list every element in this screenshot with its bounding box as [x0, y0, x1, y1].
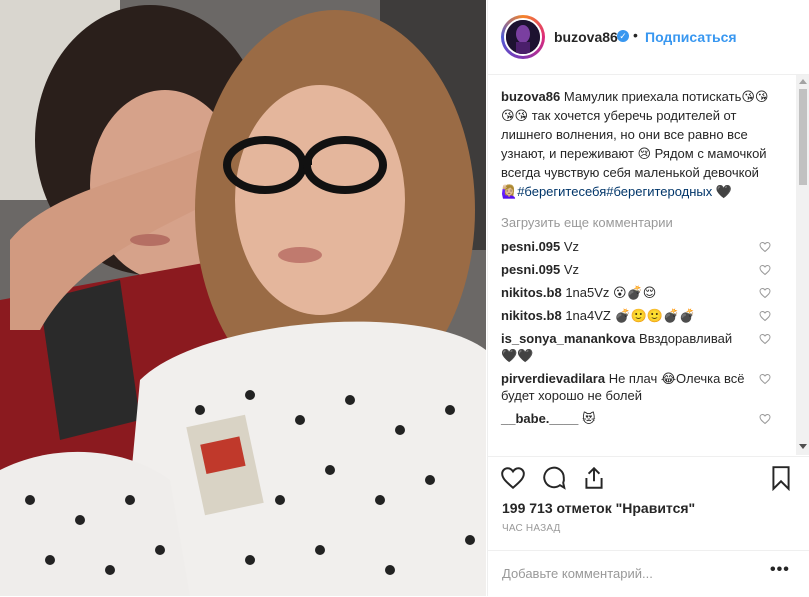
follow-button[interactable]: Подписаться — [645, 29, 737, 45]
like-comment-heart-icon[interactable] — [759, 287, 771, 299]
comment-item: nikitos.b8 1na5Vz 😮💣😌 — [501, 284, 771, 301]
like-comment-heart-icon[interactable] — [759, 241, 771, 253]
comment-username[interactable]: is_sonya_manankova — [501, 331, 635, 346]
add-comment-section: ••• — [488, 550, 809, 597]
comment-username[interactable]: pesni.095 — [501, 239, 560, 254]
avatar[interactable] — [501, 15, 545, 59]
heart-icon[interactable] — [500, 465, 526, 491]
post-actions-bar — [488, 456, 809, 501]
load-more-comments-button[interactable]: Загрузить еще комментарии — [501, 215, 794, 230]
post-side-panel: buzova86 ✓ • Подписаться buzova86 Мамули… — [487, 0, 809, 596]
comment-item: __babe.____ 😻 — [501, 410, 771, 427]
like-comment-heart-icon[interactable] — [759, 373, 771, 385]
comment-text: 😻 — [581, 411, 596, 426]
comment-username[interactable]: nikitos.b8 — [501, 308, 562, 323]
post-photo[interactable] — [0, 0, 486, 596]
like-comment-heart-icon[interactable] — [759, 333, 771, 345]
share-icon[interactable] — [581, 465, 607, 491]
comment-item: pesni.095 Vz — [501, 238, 771, 255]
caption-username[interactable]: buzova86 — [501, 89, 560, 104]
like-comment-heart-icon[interactable] — [759, 310, 771, 322]
verified-badge-icon: ✓ — [617, 30, 629, 42]
more-options-button[interactable]: ••• — [770, 561, 790, 579]
header-separator: • — [633, 27, 638, 43]
comment-text: Vz — [563, 262, 580, 277]
like-comment-heart-icon[interactable] — [759, 264, 771, 276]
comments-scrollbar[interactable] — [796, 75, 809, 455]
like-comment-heart-icon[interactable] — [759, 413, 771, 425]
comment-item: is_sonya_manankova Ввздоравливай 🖤🖤 — [501, 330, 771, 364]
comment-username[interactable]: nikitos.b8 — [501, 285, 562, 300]
post-timestamp[interactable]: ЧАС НАЗАД — [502, 523, 561, 534]
comment-item: pirverdievadilara Не плач 😂Олечка всё бу… — [501, 370, 771, 404]
scroll-down-arrow-icon[interactable] — [799, 444, 807, 449]
comment-username[interactable]: pirverdievadilara — [501, 371, 605, 386]
header-username[interactable]: buzova86 — [554, 29, 618, 45]
comment-text: 1na5Vz 😮💣😌 — [565, 285, 657, 300]
comment-username[interactable]: __babe.____ — [501, 411, 578, 426]
comment-text: Vz — [563, 239, 580, 254]
post-photo-illustration — [0, 0, 486, 596]
bookmark-icon[interactable] — [768, 465, 794, 491]
caption-tail: 🖤 — [715, 184, 733, 199]
comment-text: 1na4VZ 💣🙂🙂💣💣 — [565, 308, 696, 323]
avatar-image — [504, 18, 542, 56]
caption-hashtags[interactable]: #берегитесебя#берегитеродных — [517, 184, 712, 199]
add-comment-input[interactable] — [502, 563, 752, 583]
post-header: buzova86 ✓ • Подписаться — [488, 0, 809, 75]
caption-text: Мамулик приехала потискать😘😘😘😘 так хочет… — [501, 89, 769, 199]
scrollbar-thumb[interactable] — [799, 89, 807, 185]
comment-item: pesni.095 Vz — [501, 261, 771, 278]
comments-list[interactable]: buzova86 Мамулик приехала потискать😘😘😘😘 … — [488, 75, 809, 455]
likes-count[interactable]: 199 713 отметок "Нравится" — [502, 500, 695, 516]
comment-username[interactable]: pesni.095 — [501, 262, 560, 277]
comment-icon[interactable] — [541, 465, 567, 491]
scroll-up-arrow-icon[interactable] — [799, 79, 807, 84]
post-caption: buzova86 Мамулик приехала потискать😘😘😘😘 … — [501, 87, 771, 201]
comment-item: nikitos.b8 1na4VZ 💣🙂🙂💣💣 — [501, 307, 771, 324]
